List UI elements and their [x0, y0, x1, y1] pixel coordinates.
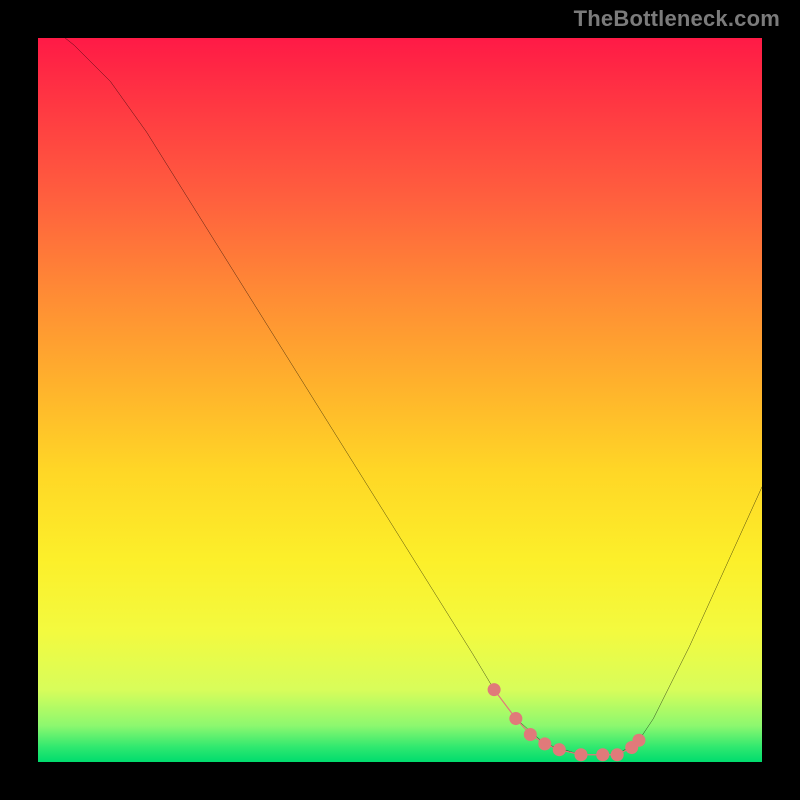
- main-curve-path: [38, 38, 762, 755]
- chart-frame: TheBottleneck.com: [0, 0, 800, 800]
- watermark-text: TheBottleneck.com: [574, 6, 780, 32]
- plot-area: [38, 38, 762, 762]
- curve-line: [38, 38, 762, 762]
